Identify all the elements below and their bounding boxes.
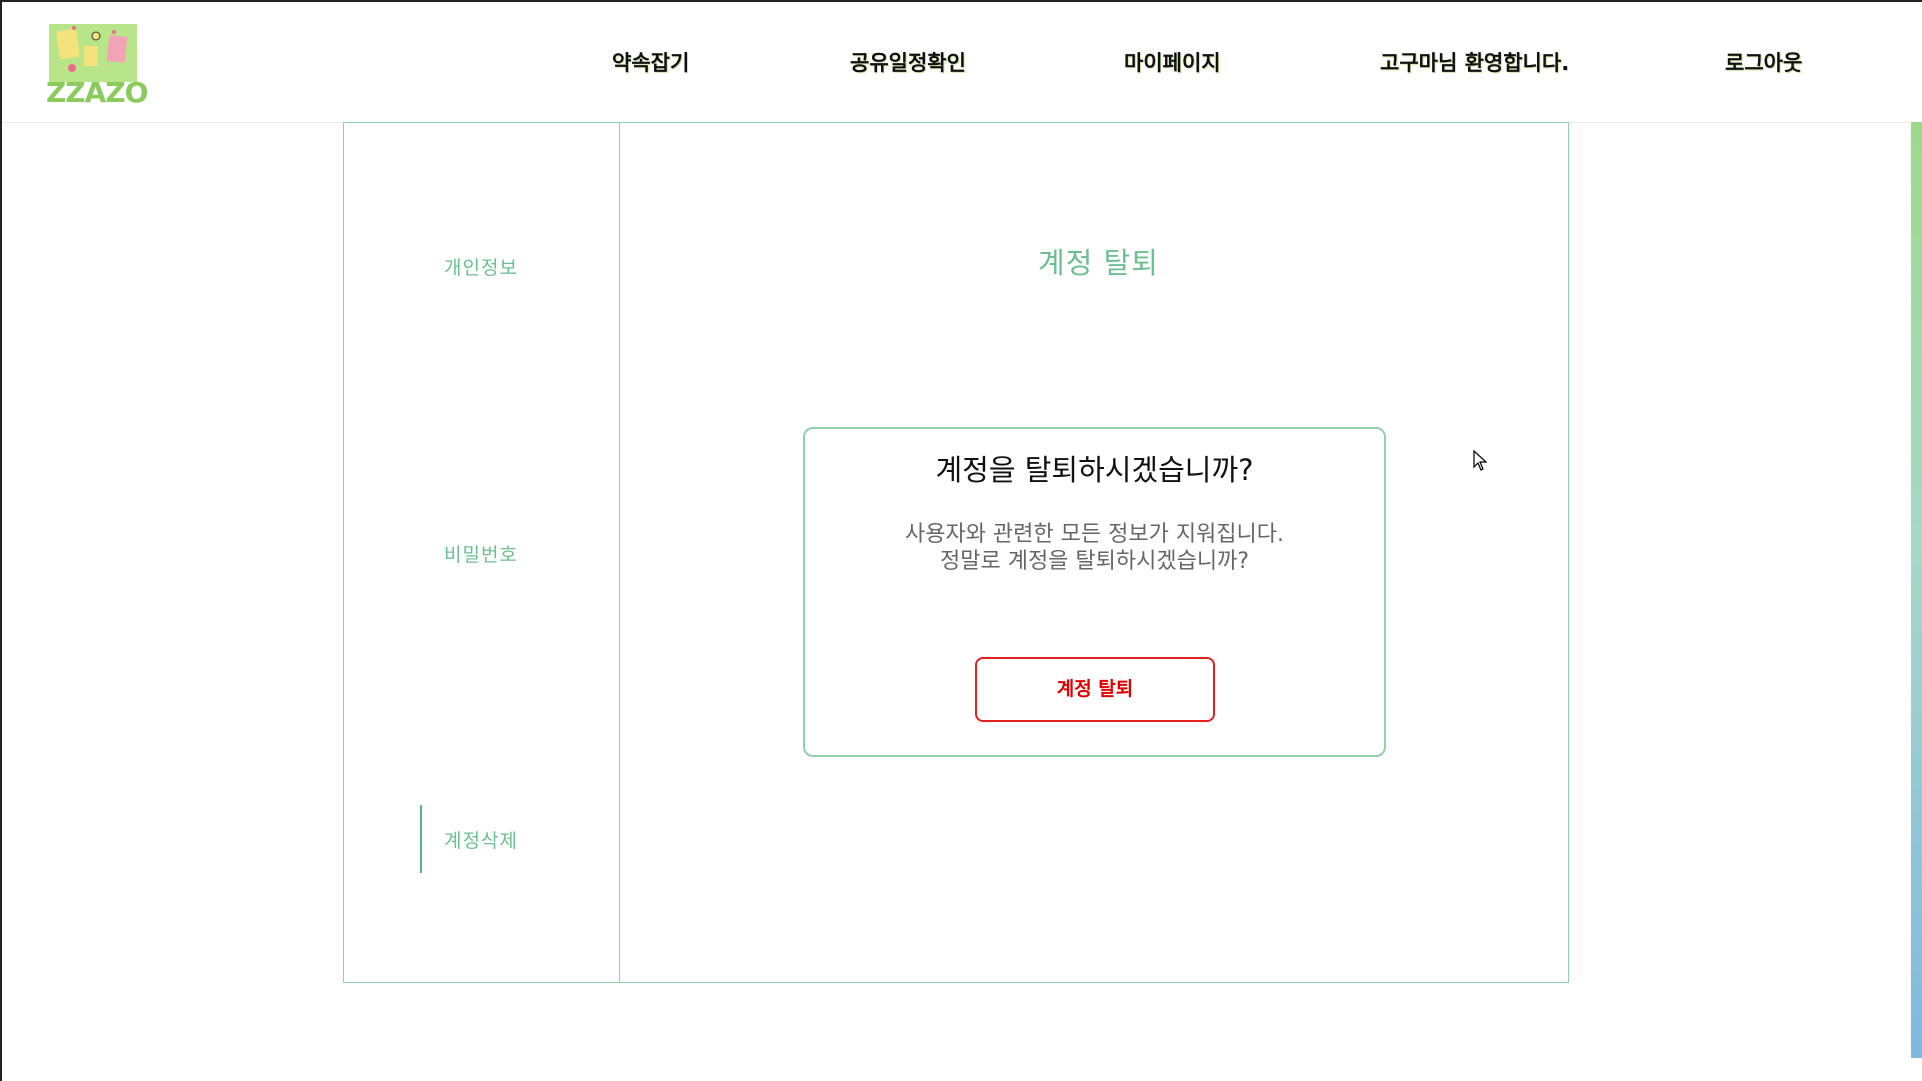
dialog-question: 계정을 탈퇴하시겠습니까? <box>935 453 1254 487</box>
nav-mypage[interactable]: 마이페이지 <box>1124 46 1221 80</box>
mouse-cursor-icon <box>1473 450 1488 471</box>
page-title: 계정 탈퇴 <box>1038 246 1159 280</box>
sidebar-active-indicator <box>420 805 422 873</box>
nav-welcome-user[interactable]: 고구마님 환영합니다. <box>1380 46 1569 80</box>
sidebar-item-delete-account[interactable]: 계정삭제 <box>444 826 518 853</box>
sidebar-item-password[interactable]: 비밀번호 <box>444 540 518 567</box>
nav-logout[interactable]: 로그아웃 <box>1725 46 1802 80</box>
sidebar-item-personal-info[interactable]: 개인정보 <box>444 253 518 280</box>
dialog-message: 사용자와 관련한 모든 정보가 지워집니다. 정말로 계정을 탈퇴하시겠습니까? <box>803 521 1386 575</box>
dialog-message-line2: 정말로 계정을 탈퇴하시겠습니까? <box>939 549 1250 574</box>
logo-text: ZZAZO <box>46 76 148 109</box>
nav-shared-schedule[interactable]: 공유일정확인 <box>850 46 966 80</box>
scrollbar-accent[interactable] <box>1911 122 1922 1058</box>
nav-make-appointment[interactable]: 약속잡기 <box>612 46 689 80</box>
zzazo-logo[interactable]: ZZAZO <box>44 20 148 109</box>
top-header: ZZAZO 약속잡기 공유일정확인 마이페이지 고구마님 환영합니다. 로그아웃 <box>2 2 1922 123</box>
window-left-border <box>0 0 2 1081</box>
sidebar-divider <box>619 123 620 982</box>
withdraw-account-button[interactable]: 계정 탈퇴 <box>975 657 1215 722</box>
dialog-message-line1: 사용자와 관련한 모든 정보가 지워집니다. <box>904 522 1285 547</box>
